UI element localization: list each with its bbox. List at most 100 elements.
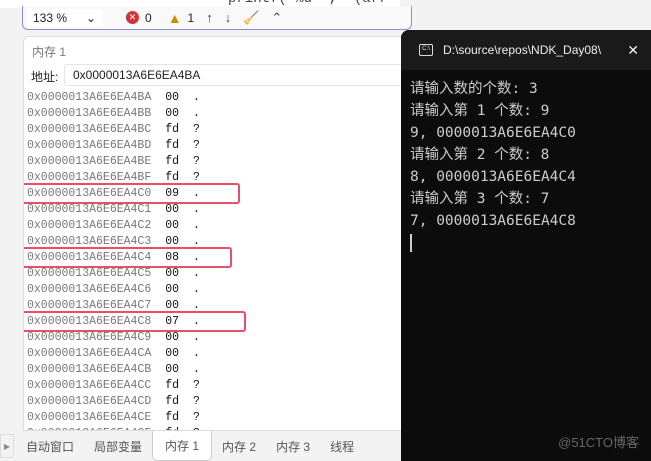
- memory-row[interactable]: 0x0000013A6E6EA4BC fd?: [24, 122, 414, 138]
- chevron-up-icon[interactable]: ⌃: [271, 10, 282, 26]
- address-input[interactable]: 0x0000013A6E6EA4BA: [64, 64, 424, 86]
- row-char: ?: [193, 379, 200, 392]
- row-address: 0x0000013A6E6EA4BD: [27, 139, 152, 152]
- row-char: .: [193, 347, 200, 360]
- row-char: ?: [193, 123, 200, 136]
- row-char: .: [193, 283, 200, 296]
- memory-row[interactable]: 0x0000013A6E6EA4C1 00.: [24, 202, 414, 218]
- row-value[interactable]: fd: [165, 123, 179, 136]
- row-value[interactable]: 00: [165, 203, 179, 216]
- text-cursor: [410, 234, 412, 252]
- arrow-up-icon[interactable]: ↑: [206, 10, 213, 25]
- row-address: 0x0000013A6E6EA4BB: [27, 107, 152, 120]
- arrow-down-icon[interactable]: ↓: [225, 10, 232, 25]
- memory-row[interactable]: 0x0000013A6E6EA4BE fd?: [24, 154, 414, 170]
- broom-icon[interactable]: 🧹: [243, 10, 259, 26]
- row-char: .: [193, 91, 200, 104]
- memory-row[interactable]: 0x0000013A6E6EA4C4 08.: [24, 247, 414, 268]
- row-value[interactable]: fd: [165, 379, 179, 392]
- zoom-value: 133 %: [33, 10, 68, 25]
- memory-rows[interactable]: 0x0000013A6E6EA4BA 00. 0x0000013A6E6EA4BB 0…: [24, 90, 414, 430]
- expand-icon[interactable]: ▶: [0, 434, 14, 458]
- memory-window: 内存 1 地址: 0x0000013A6E6EA4BA 0x0000013A6E…: [23, 36, 424, 431]
- row-char: ?: [193, 427, 200, 430]
- console-icon: C:\: [419, 44, 433, 56]
- memory-row[interactable]: 0x0000013A6E6EA4C5 00.: [24, 266, 414, 282]
- console-title-bar: C:\ D:\source\repos\NDK_Day08\ ✕: [401, 30, 651, 70]
- row-value[interactable]: fd: [165, 155, 179, 168]
- memory-row[interactable]: 0x0000013A6E6EA4C9 00.: [24, 330, 414, 346]
- row-address: 0x0000013A6E6EA4C2: [27, 219, 152, 232]
- chevron-down-icon: ⌄: [85, 10, 96, 25]
- row-address: 0x0000013A6E6EA4C9: [27, 331, 152, 344]
- row-value[interactable]: 00: [165, 91, 179, 104]
- row-value[interactable]: 00: [165, 283, 179, 296]
- tab-locals[interactable]: 局部变量: [84, 433, 152, 460]
- console-window: C:\ D:\source\repos\NDK_Day08\ ✕ 请输入数的个数…: [401, 30, 651, 461]
- tab-memory-3[interactable]: 内存 3: [266, 433, 320, 460]
- row-value[interactable]: 00: [165, 107, 179, 120]
- console-output: 请输入数的个数: 3 请输入第 1 个数: 9 9, 0000013A6E6EA4C…: [401, 70, 651, 252]
- row-char: .: [193, 203, 200, 216]
- row-char: .: [193, 363, 200, 376]
- memory-row[interactable]: 0x0000013A6E6EA4CD fd?: [24, 394, 414, 410]
- console-line: 8, 0000013A6E6EA4C4: [410, 169, 576, 185]
- row-value[interactable]: 00: [165, 331, 179, 344]
- highlight-box: [24, 247, 232, 268]
- row-address: 0x0000013A6E6EA4CF: [27, 427, 151, 430]
- memory-row[interactable]: 0x0000013A6E6EA4BB 00.: [24, 106, 414, 122]
- memory-row[interactable]: 0x0000013A6E6EA4CA 00.: [24, 346, 414, 362]
- highlight-box: [24, 311, 246, 332]
- row-char: .: [193, 331, 200, 344]
- editor-status-bar: 133 % ⌄ ✕ 0 ▲ 1 ↑ ↓ 🧹 ⌃: [22, 6, 412, 30]
- row-value[interactable]: 00: [165, 347, 179, 360]
- console-line: 请输入数的个数: 3: [410, 81, 538, 97]
- memory-row[interactable]: 0x0000013A6E6EA4CB 00.: [24, 362, 414, 378]
- watermark: @51CTO博客: [558, 435, 639, 450]
- tab-memory-2[interactable]: 内存 2: [212, 433, 266, 460]
- row-char: .: [193, 267, 200, 280]
- memory-row[interactable]: 0x0000013A6E6EA4BD fd?: [24, 138, 414, 154]
- error-count: 0: [145, 10, 152, 25]
- row-value[interactable]: fd: [165, 427, 179, 430]
- tab-autos[interactable]: 自动窗口: [16, 433, 84, 460]
- row-address: 0x0000013A6E6EA4C5: [27, 267, 152, 280]
- memory-title: 内存 1: [32, 45, 67, 59]
- row-value[interactable]: fd: [165, 411, 179, 424]
- memory-row[interactable]: 0x0000013A6E6EA4CF fd?: [24, 426, 414, 430]
- row-address: 0x0000013A6E6EA4C6: [27, 283, 152, 296]
- address-label: 地址:: [31, 70, 59, 84]
- row-char: .: [193, 219, 200, 232]
- error-icon[interactable]: ✕: [126, 11, 139, 24]
- row-char: .: [193, 107, 200, 120]
- row-char: ?: [193, 395, 200, 408]
- row-value[interactable]: fd: [165, 139, 179, 152]
- row-address: 0x0000013A6E6EA4C1: [27, 203, 152, 216]
- row-value[interactable]: 00: [165, 363, 179, 376]
- row-address: 0x0000013A6E6EA4CC: [27, 379, 152, 392]
- row-value[interactable]: 00: [165, 219, 179, 232]
- close-icon[interactable]: ✕: [627, 42, 639, 59]
- memory-row[interactable]: 0x0000013A6E6EA4CC fd?: [24, 378, 414, 394]
- tab-threads[interactable]: 线程: [320, 433, 364, 460]
- row-value[interactable]: 00: [165, 267, 179, 280]
- memory-row[interactable]: 0x0000013A6E6EA4C8 07.: [24, 311, 414, 332]
- row-address: 0x0000013A6E6EA4CE: [27, 411, 152, 424]
- zoom-select[interactable]: 133 % ⌄: [27, 8, 102, 27]
- console-line: 9, 0000013A6E6EA4C0: [410, 125, 576, 141]
- memory-row[interactable]: 0x0000013A6E6EA4C6 00.: [24, 282, 414, 298]
- console-line: 请输入第 1 个数: 9: [410, 103, 550, 119]
- row-address: 0x0000013A6E6EA4BA: [27, 91, 152, 104]
- memory-row[interactable]: 0x0000013A6E6EA4CE fd?: [24, 410, 414, 426]
- console-line: 请输入第 2 个数: 8: [410, 147, 550, 163]
- console-title: D:\source\repos\NDK_Day08\: [443, 43, 602, 57]
- memory-row[interactable]: 0x0000013A6E6EA4C2 00.: [24, 218, 414, 234]
- row-value[interactable]: fd: [165, 395, 179, 408]
- row-address: 0x0000013A6E6EA4CA: [27, 347, 152, 360]
- row-address: 0x0000013A6E6EA4BE: [27, 155, 152, 168]
- memory-row[interactable]: 0x0000013A6E6EA4C0 09.: [24, 183, 414, 204]
- memory-row[interactable]: 0x0000013A6E6EA4BA 00.: [24, 90, 414, 106]
- highlight-box: [24, 183, 240, 204]
- tab-memory-1[interactable]: 内存 1: [152, 431, 213, 461]
- warning-icon[interactable]: ▲: [168, 10, 182, 26]
